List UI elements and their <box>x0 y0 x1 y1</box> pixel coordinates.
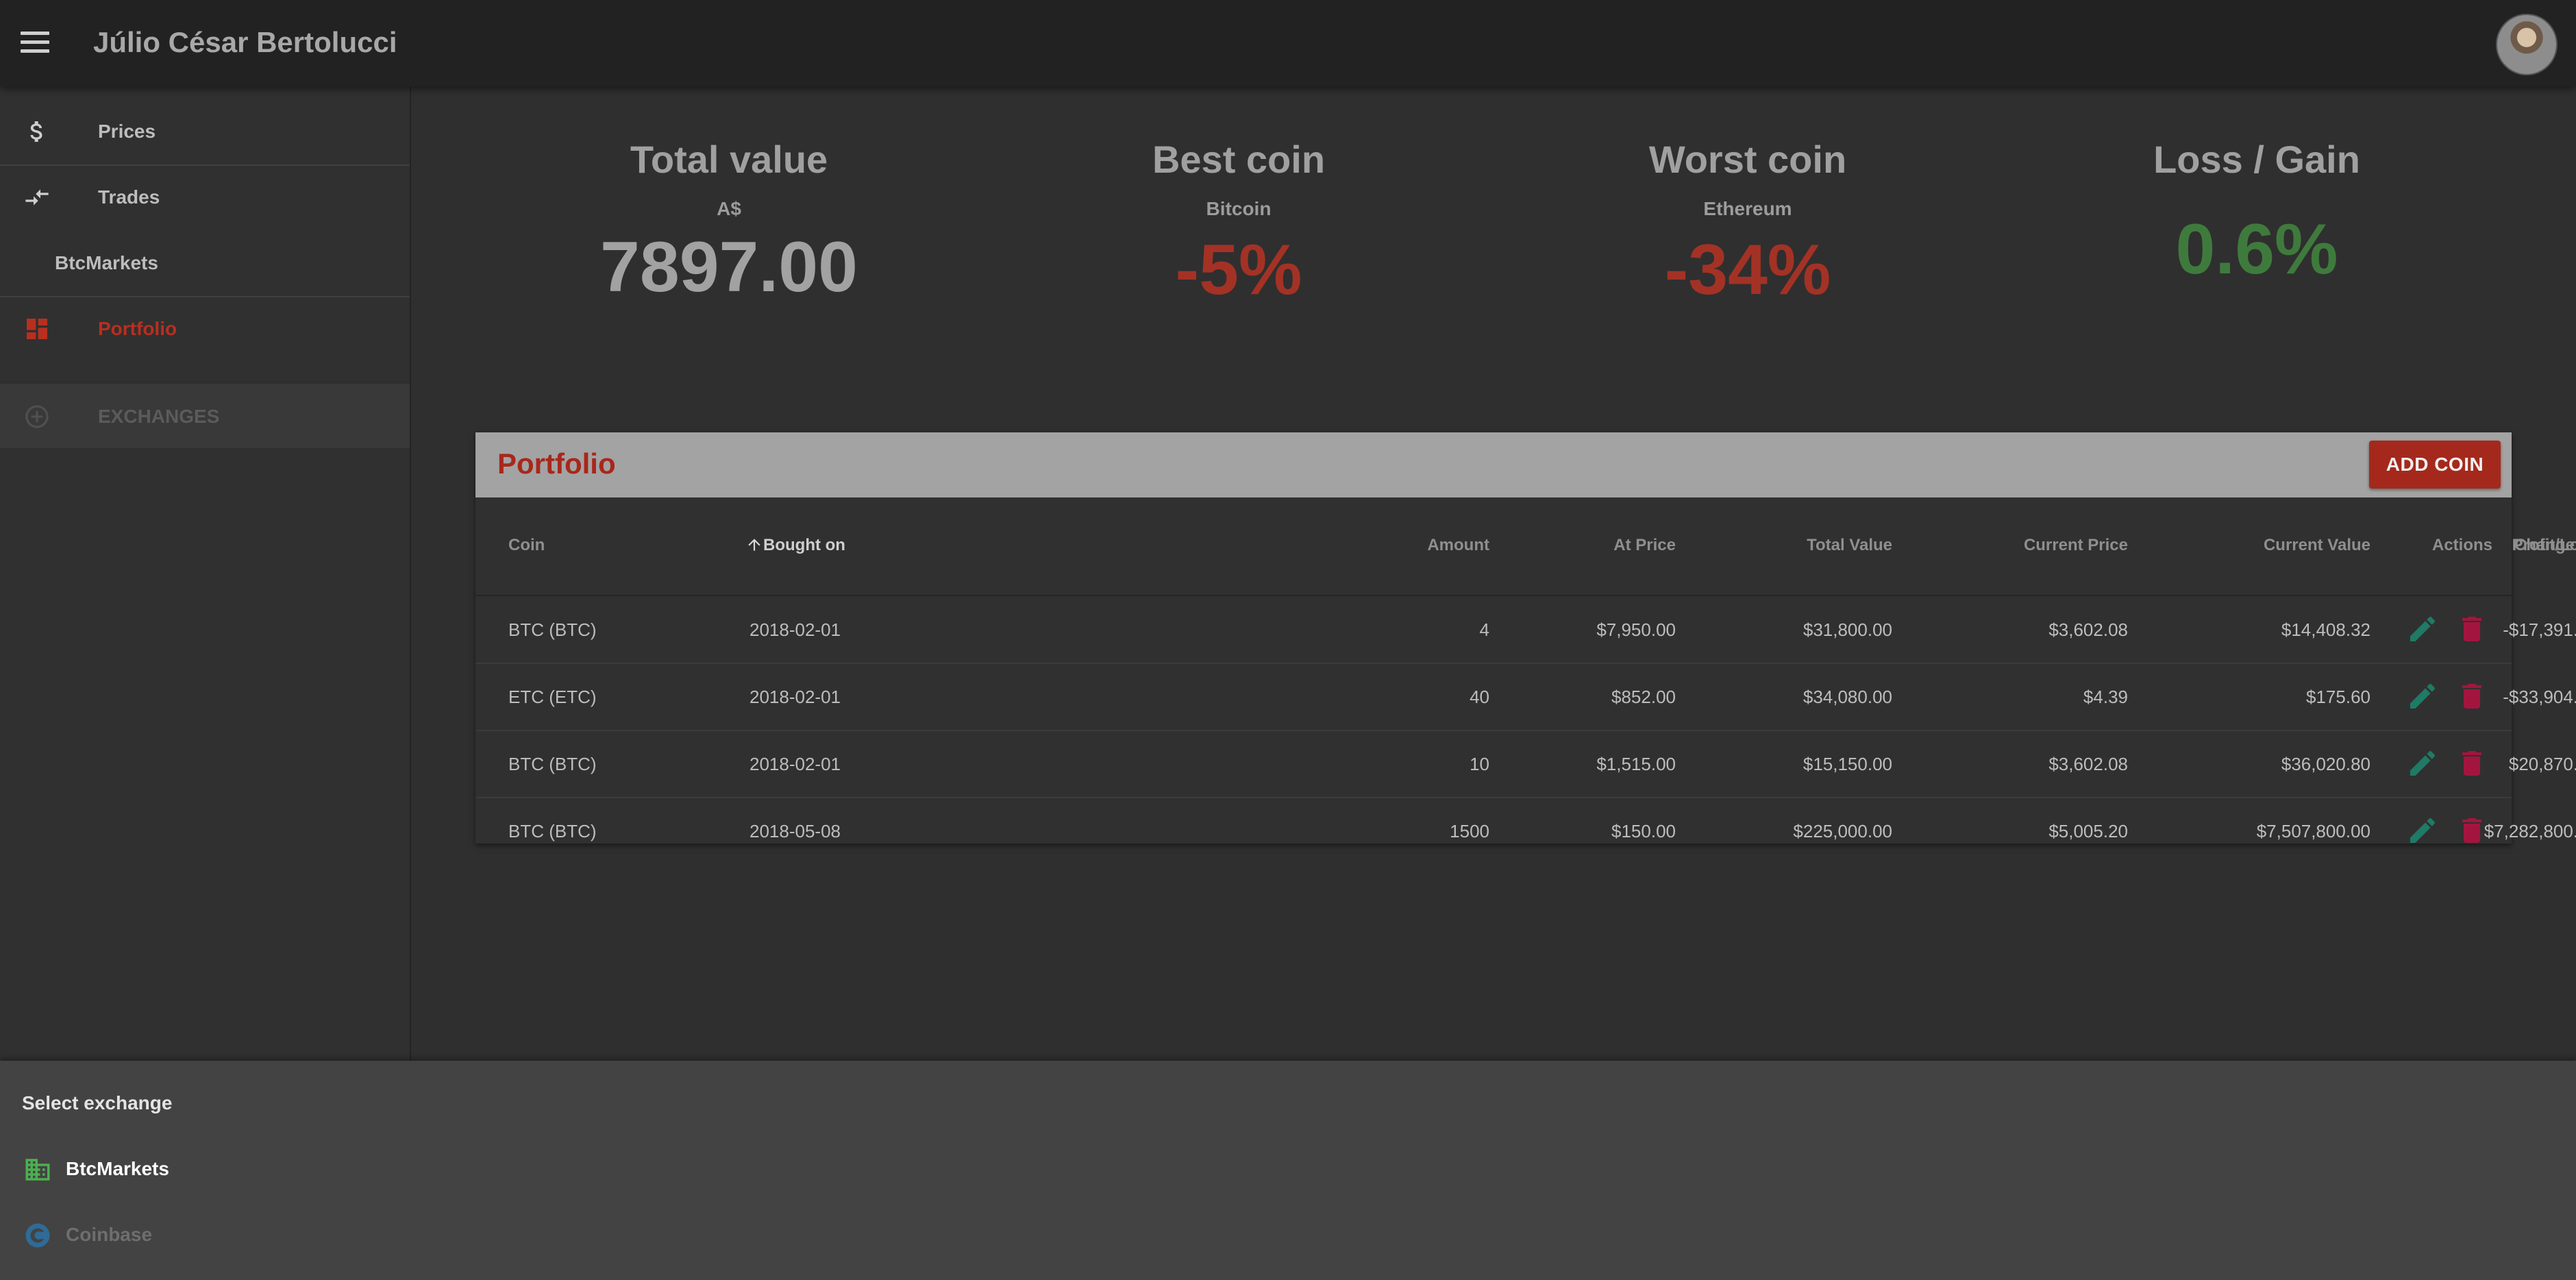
portfolio-header: Portfolio ADD COIN <box>475 432 2512 497</box>
building-icon <box>25 1159 50 1181</box>
exchange-bottom-sheet: Select exchange BtcMarkets Coinbase <box>0 1061 2576 1280</box>
cell-bought-on: 2018-02-01 <box>750 619 841 640</box>
sidebar-item-btcmarkets[interactable]: BtcMarkets <box>0 230 410 295</box>
column-header-coin[interactable]: Coin <box>508 536 545 555</box>
cell-current-price: $3,602.08 <box>2048 754 2128 774</box>
stat-title: Loss / Gain <box>2153 138 2360 181</box>
stat-title: Worst coin <box>1648 138 1847 181</box>
sidebar-item-label: Trades <box>98 186 160 208</box>
column-header-total-value[interactable]: Total Value <box>1687 536 1892 555</box>
stat-loss-gain: Loss / Gain 0.6% <box>2051 137 2462 291</box>
arrow-up-icon <box>748 539 760 551</box>
app-title: Júlio César Bertolucci <box>93 26 397 58</box>
sheet-title: Select exchange <box>22 1092 173 1113</box>
dollar-icon <box>30 121 42 142</box>
cell-current-price: $3,602.08 <box>2048 619 2128 640</box>
cell-current-price: $4.39 <box>2083 687 2128 707</box>
cell-current-value: $7,507,800.00 <box>2256 821 2370 841</box>
cell-bought-on: 2018-02-01 <box>750 754 841 774</box>
stat-value: 0.6% <box>2175 210 2338 289</box>
cell-coin: BTC (BTC) <box>508 754 597 774</box>
column-header-actions: Actions <box>2432 536 2493 554</box>
portfolio-card: Portfolio ADD COIN Coin Bought on Amount… <box>475 432 2576 844</box>
exchange-item-btcmarkets[interactable]: BtcMarkets <box>0 1142 548 1196</box>
edit-icon[interactable] <box>2406 613 2439 645</box>
stat-subtitle: Bitcoin <box>1206 198 1272 219</box>
cell-amount: 4 <box>1479 619 1489 640</box>
cell-at-price: $7,950.00 <box>1596 619 1676 640</box>
stat-subtitle: A$ <box>717 198 741 219</box>
cell-at-price: $1,515.00 <box>1596 754 1676 774</box>
app-bar: Júlio César Bertolucci <box>0 0 2576 86</box>
column-header-amount[interactable]: Amount <box>1284 536 1489 555</box>
delete-icon[interactable] <box>2455 613 2488 645</box>
table-row: BTC (BTC) 2018-02-01 4 $7,950.00 $31,800… <box>475 596 2576 664</box>
exchange-label: Coinbase <box>66 1224 153 1245</box>
cell-current-value: $36,020.80 <box>2281 754 2370 774</box>
cell-amount: 40 <box>1470 687 1489 707</box>
sidebar-item-prices[interactable]: Prices <box>0 99 410 163</box>
add-coin-button[interactable]: ADD COIN <box>2369 441 2501 489</box>
cell-total-value: $15,150.00 <box>1803 754 1892 774</box>
stat-title: Best coin <box>1152 138 1326 181</box>
cell-amount: 10 <box>1470 754 1489 774</box>
cell-coin: BTC (BTC) <box>508 821 597 841</box>
column-header-current-value[interactable]: Current Value <box>2165 536 2370 555</box>
stat-total-value: Total value A$ 7897.00 <box>523 137 934 308</box>
cell-coin: BTC (BTC) <box>508 619 597 640</box>
table-row: ETC (ETC) 2018-02-01 40 $852.00 $34,080.… <box>475 663 2576 731</box>
stat-title: Total value <box>630 138 828 181</box>
column-header-label: Bought on <box>763 536 845 554</box>
dashboard-icon <box>27 319 47 339</box>
delete-icon[interactable] <box>2455 680 2488 713</box>
edit-icon[interactable] <box>2406 814 2439 847</box>
cell-current-value: $14,408.32 <box>2281 619 2370 640</box>
stat-value: -5% <box>1175 230 1302 310</box>
column-header-at-price[interactable]: At Price <box>1470 536 1676 555</box>
cell-total-value: $34,080.00 <box>1803 687 1892 707</box>
cell-coin: ETC (ETC) <box>508 687 597 707</box>
cell-at-price: $150.00 <box>1611 821 1676 841</box>
sidebar-item-portfolio[interactable]: Portfolio <box>0 296 410 360</box>
exchange-item-coinbase[interactable]: Coinbase <box>0 1207 548 1262</box>
cell-amount: 1500 <box>1450 821 1489 841</box>
cell-bought-on: 2018-05-08 <box>750 821 841 841</box>
exchange-label: BtcMarkets <box>66 1158 169 1179</box>
swap-arrows-icon <box>25 189 49 206</box>
cell-total-value: $31,800.00 <box>1803 619 1892 640</box>
portfolio-title: Portfolio <box>497 447 616 480</box>
table-row: BTC (BTC) 2018-02-01 10 $1,515.00 $15,15… <box>475 730 2576 798</box>
user-avatar[interactable] <box>2496 14 2558 75</box>
cell-current-price: $5,005.20 <box>2048 821 2128 841</box>
stat-value: 7897.00 <box>600 227 858 307</box>
sidebar: Prices Trades BtcMarkets Portfolio EXCHA… <box>0 86 411 1061</box>
menu-icon[interactable] <box>21 32 49 53</box>
coinbase-icon <box>25 1223 50 1248</box>
sidebar-item-label: Portfolio <box>98 318 177 339</box>
cell-total-value: $225,000.00 <box>1793 821 1892 841</box>
column-header-current-price[interactable]: Current Price <box>1922 536 2128 555</box>
table-header: Coin Bought on Amount At Price Total Val… <box>475 497 2576 596</box>
edit-icon[interactable] <box>2406 680 2439 713</box>
cell-at-price: $852.00 <box>1611 687 1676 707</box>
stat-subtitle: Ethereum <box>1703 198 1792 219</box>
table-row: BTC (BTC) 2018-05-08 1500 $150.00 $225,0… <box>475 798 2576 864</box>
sidebar-item-label: BtcMarkets <box>55 252 158 273</box>
stat-best-coin: Best coin Bitcoin -5% <box>1033 137 1444 311</box>
stat-value: -34% <box>1664 230 1831 310</box>
edit-icon[interactable] <box>2406 747 2439 780</box>
delete-icon[interactable] <box>2455 814 2488 847</box>
sidebar-item-label: Prices <box>98 121 156 142</box>
cell-bought-on: 2018-02-01 <box>750 687 841 707</box>
sidebar-item-exchanges: EXCHANGES <box>0 384 410 448</box>
column-header-bought-on[interactable]: Bought on <box>745 536 845 555</box>
delete-icon[interactable] <box>2455 747 2488 780</box>
sidebar-item-label: EXCHANGES <box>98 406 220 427</box>
cell-current-value: $175.60 <box>2306 687 2370 707</box>
sidebar-item-trades[interactable]: Trades <box>0 164 410 229</box>
add-circle-icon <box>25 405 49 428</box>
stat-worst-coin: Worst coin Ethereum -34% <box>1542 137 1953 311</box>
